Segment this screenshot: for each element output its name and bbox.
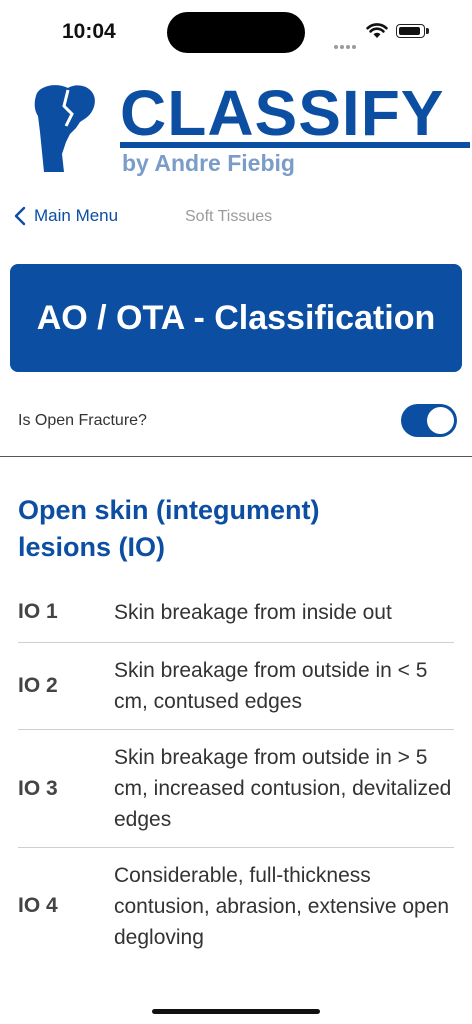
bone-logo-icon — [34, 85, 95, 172]
row-description: Skin breakage from inside out — [114, 600, 392, 624]
wifi-icon — [366, 23, 388, 38]
logo-subtitle: by Andre Fiebig — [122, 150, 295, 176]
row-description: Skin breakage from outside in < 5 cm, co… — [114, 659, 428, 713]
status-time: 10:04 — [62, 20, 116, 43]
table-row[interactable]: IO 1 Skin breakage from inside out — [18, 582, 454, 643]
table-row[interactable]: IO 3 Skin breakage from outside in > 5 c… — [18, 730, 454, 848]
row-code: IO 3 — [18, 776, 58, 800]
banner-title: AO / OTA - Classification — [36, 298, 436, 337]
row-description: Considerable, full-thickness contusion, … — [114, 863, 450, 949]
logo-wordmark: CLASSIFY — [120, 77, 445, 149]
status-bar: 10:04 — [0, 0, 472, 60]
chevron-left-icon — [14, 206, 26, 226]
back-button[interactable]: Main Menu — [14, 206, 118, 226]
signal-icon — [334, 36, 358, 54]
classification-table: IO 1 Skin breakage from inside out IO 2 … — [18, 582, 454, 964]
classification-banner: AO / OTA - Classification — [10, 264, 462, 372]
back-button-label: Main Menu — [34, 206, 119, 225]
row-code: IO 1 — [18, 600, 58, 623]
table-row[interactable]: IO 2 Skin breakage from outside in < 5 c… — [18, 643, 454, 730]
table-row[interactable]: IO 4 Considerable, full-thickness contus… — [18, 848, 454, 964]
dynamic-island — [167, 12, 305, 53]
section-title: Open skin (integument) lesions (IO) — [18, 495, 320, 562]
open-fracture-toggle[interactable] — [401, 404, 457, 437]
row-code: IO 2 — [18, 674, 58, 697]
nav-title: Soft Tissues — [185, 208, 273, 225]
home-indicator[interactable] — [152, 1009, 320, 1014]
battery-icon — [396, 24, 429, 38]
toggle-knob — [427, 407, 454, 434]
open-fracture-row: Is Open Fracture? — [0, 400, 472, 457]
logo-underline — [120, 142, 470, 148]
row-code: IO 4 — [18, 894, 58, 917]
navigation-bar: Main Menu Soft Tissues — [0, 200, 472, 236]
app-logo: CLASSIFY by Andre Fiebig — [28, 77, 470, 186]
row-description: Skin breakage from outside in > 5 cm, in… — [114, 746, 452, 831]
open-fracture-label: Is Open Fracture? — [18, 412, 147, 429]
